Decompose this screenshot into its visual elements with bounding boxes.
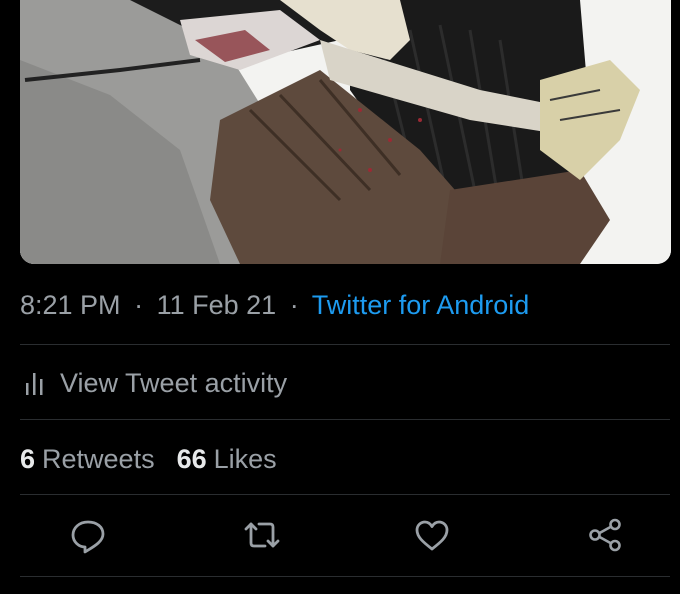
like-button[interactable] [413, 516, 451, 554]
tweet-timestamp-line: 8:21 PM · 11 Feb 21 · Twitter for Androi… [20, 286, 529, 326]
view-tweet-activity-button[interactable]: View Tweet activity [20, 362, 287, 404]
retweets-count: 6 [20, 443, 36, 474]
illustration [20, 0, 671, 264]
tweet-actions-bar [0, 512, 680, 562]
view-tweet-activity-label: View Tweet activity [60, 367, 288, 398]
tweet-media-image[interactable] [20, 0, 671, 264]
divider [20, 576, 670, 577]
likes-count: 66 [176, 443, 207, 474]
reply-button[interactable] [69, 516, 107, 554]
divider [20, 494, 670, 495]
retweets-label: Retweets [42, 443, 155, 474]
separator-dot: · [134, 290, 144, 320]
heart-icon [415, 520, 449, 551]
share-button[interactable] [586, 516, 624, 554]
retweets-stat[interactable]: 6 Retweets [20, 444, 155, 475]
separator-dot: · [289, 290, 299, 320]
tweet-stats: 6 Retweets 66 Likes [20, 438, 299, 480]
tweet-date: 11 Feb 21 [156, 290, 277, 320]
bar-chart-icon [26, 373, 43, 395]
reply-icon [71, 520, 105, 554]
retweet-icon [244, 522, 280, 548]
likes-stat[interactable]: 66 Likes [177, 444, 277, 475]
tweet-time: 8:21 PM [20, 290, 121, 320]
divider [20, 419, 670, 420]
retweet-button[interactable] [243, 516, 281, 554]
share-icon [589, 518, 621, 552]
tweet-source-link[interactable]: Twitter for Android [312, 290, 530, 320]
divider [20, 344, 670, 345]
likes-label: Likes [213, 443, 277, 474]
